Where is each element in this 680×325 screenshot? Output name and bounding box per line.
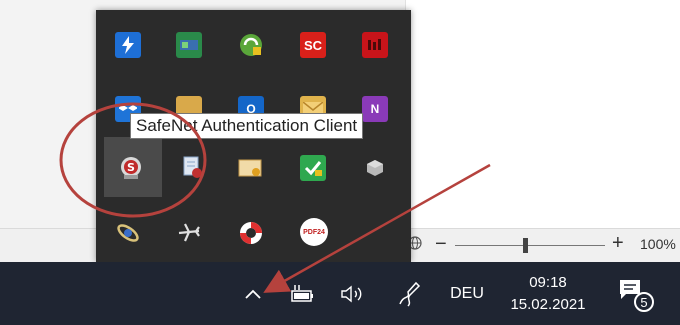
clock-time: 09:18 xyxy=(529,274,567,291)
document-area xyxy=(405,0,680,228)
safenet-icon[interactable]: S xyxy=(118,155,144,181)
show-hidden-icons-button[interactable] xyxy=(238,274,268,314)
tooltip: SafeNet Authentication Client xyxy=(130,113,364,139)
network-drive-icon[interactable] xyxy=(176,32,202,58)
chevron-up-icon xyxy=(245,289,261,299)
speaker-icon xyxy=(341,285,362,303)
svg-text:S: S xyxy=(127,161,135,174)
zoom-in-button[interactable]: + xyxy=(612,232,624,254)
taskbar: DEU 09:18 15.02.2021 5 xyxy=(0,262,680,325)
zoom-level[interactable]: 100% xyxy=(640,236,676,252)
battery-button[interactable] xyxy=(286,276,318,312)
cube-icon[interactable] xyxy=(362,155,388,181)
battery-plug-icon xyxy=(291,285,313,302)
red-app-icon[interactable] xyxy=(362,32,388,58)
pen-icon xyxy=(399,281,421,307)
clock-button[interactable]: 09:18 15.02.2021 xyxy=(500,268,596,320)
zoom-out-button[interactable]: − xyxy=(435,233,447,255)
airplane-icon[interactable] xyxy=(176,220,202,246)
lifebuoy-icon[interactable] xyxy=(238,220,264,246)
notification-count-badge: 5 xyxy=(634,292,654,312)
sync-green-icon[interactable] xyxy=(238,32,264,58)
document-gear-icon[interactable] xyxy=(180,155,206,181)
satellite-icon[interactable] xyxy=(115,220,141,246)
pdf24-icon[interactable]: PDF24 xyxy=(300,218,328,246)
clock-date: 15.02.2021 xyxy=(510,296,586,313)
input-language-button[interactable]: DEU xyxy=(444,282,490,306)
windows-ink-button[interactable] xyxy=(392,274,426,314)
zoom-slider-thumb[interactable] xyxy=(523,238,528,253)
sc-red-icon[interactable]: SC xyxy=(300,32,326,58)
volume-button[interactable] xyxy=(336,276,370,312)
onenote-icon[interactable]: N xyxy=(362,96,388,122)
shield-check-icon[interactable] xyxy=(300,155,326,181)
action-center-button[interactable]: 5 xyxy=(614,276,658,316)
certificate-mail-icon[interactable] xyxy=(238,155,264,181)
thunderbolt-icon[interactable] xyxy=(115,32,141,58)
zoom-slider[interactable] xyxy=(455,245,605,246)
